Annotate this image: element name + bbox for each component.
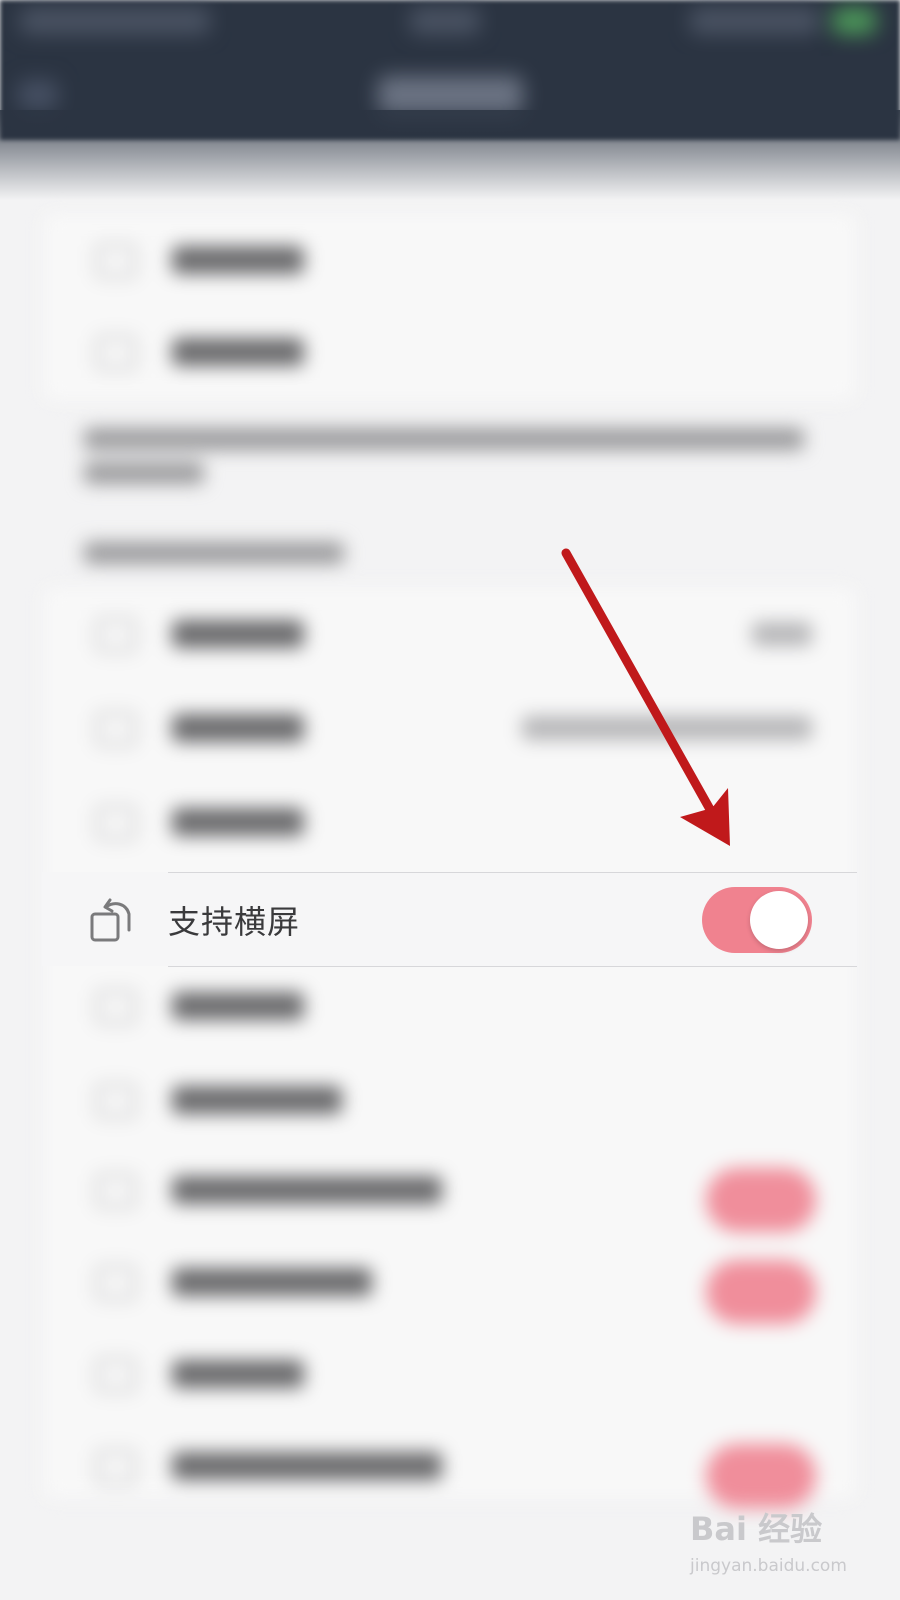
- blurred-row-value: [752, 622, 812, 646]
- blurred-toggle[interactable]: [706, 1168, 816, 1232]
- blurred-row-text: [172, 246, 304, 274]
- blurred-row[interactable]: [44, 1144, 856, 1234]
- blurred-row-text: [172, 620, 304, 648]
- watermark-logo: Bai 经验: [690, 1510, 823, 1548]
- blurred-row-icon: [96, 712, 136, 746]
- row-divider-bottom: [168, 966, 857, 967]
- blurred-row-text: [172, 992, 304, 1020]
- blurred-row-text: [172, 1268, 372, 1296]
- blurred-row-value: [522, 716, 812, 740]
- blurred-row-icon: [96, 990, 136, 1024]
- blurred-row-icon: [96, 1450, 136, 1484]
- landscape-setting-label: 支持横屏: [168, 903, 301, 941]
- landscape-toggle-switch[interactable]: [702, 887, 812, 953]
- blurred-row[interactable]: [44, 1054, 856, 1144]
- blurred-row[interactable]: [44, 1420, 856, 1510]
- blurred-section-header: [84, 542, 344, 564]
- watermark-url: jingyan.baidu.com: [690, 1556, 847, 1576]
- blurred-row-text: [172, 714, 304, 742]
- blurred-row-text: [172, 808, 304, 836]
- blurred-row[interactable]: [44, 306, 856, 396]
- row-divider-top: [168, 872, 857, 873]
- blurred-row[interactable]: [44, 776, 856, 866]
- blurred-toggle[interactable]: [706, 1260, 816, 1324]
- blurred-card-2: [44, 588, 856, 1508]
- blurred-row[interactable]: [44, 1236, 856, 1326]
- blurred-row-text: [172, 1086, 342, 1114]
- blurred-row-text: [172, 1176, 442, 1204]
- blurred-settings-list: [0, 0, 900, 1600]
- blurred-row-icon: [96, 806, 136, 840]
- blurred-row-icon: [96, 1358, 136, 1392]
- baidu-jingyan-watermark: Bai 经验 jingyan.baidu.com: [690, 1500, 890, 1590]
- blurred-toggle[interactable]: [706, 1444, 816, 1508]
- toggle-knob[interactable]: [750, 891, 808, 949]
- blurred-row[interactable]: [44, 214, 856, 304]
- blurred-row-text: [172, 1360, 304, 1388]
- blurred-row-text: [172, 1452, 442, 1480]
- blurred-row-icon: [96, 1084, 136, 1118]
- blurred-description-line: [84, 428, 804, 450]
- blurred-row[interactable]: [44, 588, 856, 678]
- blurred-row-icon: [96, 1174, 136, 1208]
- blurred-row[interactable]: [44, 682, 856, 772]
- blurred-row-icon: [96, 1266, 136, 1300]
- blurred-description-line: [84, 462, 204, 484]
- blurred-row[interactable]: [44, 960, 856, 1050]
- blurred-row-icon: [96, 618, 136, 652]
- blurred-card-1: [44, 214, 856, 400]
- blurred-row-icon: [96, 244, 136, 278]
- blurred-row-icon: [96, 336, 136, 370]
- blurred-row-text: [172, 338, 304, 366]
- blurred-row[interactable]: [44, 1328, 856, 1418]
- rotate-screen-icon: [90, 898, 131, 942]
